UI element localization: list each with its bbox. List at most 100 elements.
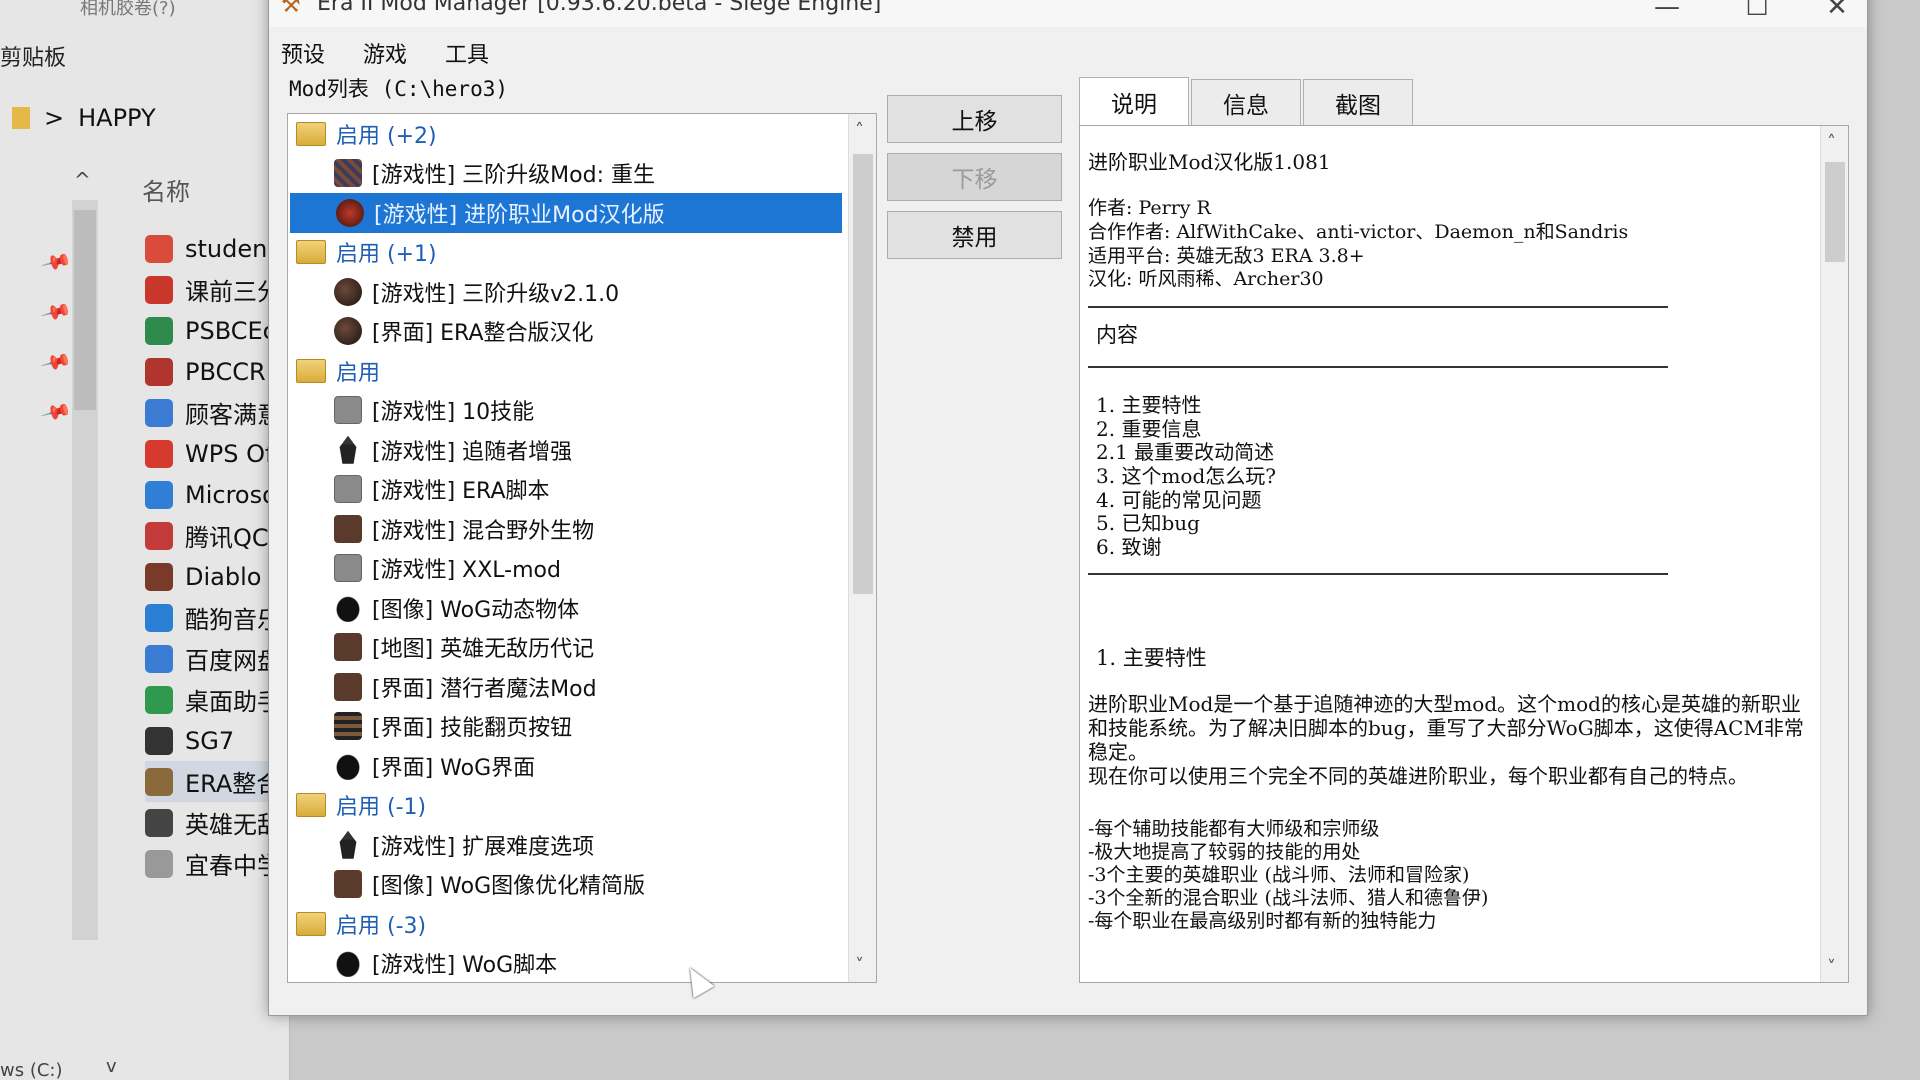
mod-list[interactable]: 启用 (+2) [游戏性] 三阶升级Mod: 重生 [游戏性] 进阶职业Mod汉化版… (287, 113, 877, 983)
mod-group-header[interactable]: 启用 (+2) (288, 114, 848, 154)
mod-list-scrollbar[interactable]: ˄ ˅ (848, 114, 876, 982)
title-bar[interactable]: ⚒ Era II Mod Manager [0.93.6.20.beta - S… (269, 0, 1867, 27)
maximize-button[interactable]: ☐ (1727, 0, 1787, 23)
feature-item: -每个职业在最高级别时都有新的独特能力 (1088, 910, 1437, 933)
explorer-list-item[interactable]: student (145, 228, 285, 269)
divider (1088, 573, 1668, 576)
mod-list-item[interactable]: [界面] 技能翻页按钮 (288, 707, 848, 747)
move-down-button[interactable]: 下移 (887, 153, 1062, 201)
mod-list-item[interactable]: [游戏性] 三阶升级Mod: 重生 (288, 154, 848, 194)
scroll-down-icon[interactable]: ˅ (1827, 957, 1836, 978)
pin-icon[interactable]: 📌 (40, 245, 74, 278)
mod-list-item[interactable]: [界面] 潜行者魔法Mod (288, 667, 848, 707)
explorer-nav-scrollbar[interactable] (72, 200, 98, 940)
explorer-list-item[interactable]: WPS Of (145, 433, 285, 474)
mod-list-item[interactable]: [游戏性] 扩展难度选项 (288, 825, 848, 865)
folder-icon (296, 793, 326, 818)
mod-meta: 作者: Perry R 合作作者: AlfWithCake、anti-victo… (1088, 197, 1808, 292)
mod-list-item[interactable]: [地图] 英雄无敌历代记 (288, 628, 848, 668)
toc-item: 2. 重要信息 (1096, 416, 1202, 441)
pin-icon[interactable]: 📌 (40, 395, 74, 428)
expand-down-icon[interactable]: v (106, 1056, 117, 1077)
explorer-list-item[interactable]: 百度网盘 (145, 638, 285, 679)
scroll-up-icon[interactable]: ˄ (855, 120, 864, 141)
sort-up-icon[interactable]: ^ (74, 168, 91, 192)
app-icon (145, 357, 173, 386)
explorer-path-text: HAPPY (78, 104, 156, 132)
explorer-item-label: 酷狗音乐 (185, 606, 281, 634)
app-icon (145, 234, 173, 263)
mod-list-item[interactable]: [游戏性] 混合野外生物 (288, 509, 848, 549)
mod-list-item[interactable]: [游戏性] ERA脚本 (288, 470, 848, 510)
scroll-thumb[interactable] (1825, 162, 1845, 262)
scroll-up-icon[interactable]: ˄ (1827, 132, 1836, 153)
explorer-list-item[interactable]: ERA整合 (145, 761, 285, 802)
mod-list-item[interactable]: [游戏性] 追随者增强 (288, 430, 848, 470)
mod-list-item[interactable]: [图像] WoG动态物体 (288, 588, 848, 628)
mod-group-header[interactable]: 启用 (+1) (288, 233, 848, 273)
mod-group-header[interactable]: 启用 (288, 351, 848, 391)
toc-item: 1. 主要特性 (1096, 393, 1202, 418)
mod-group-header[interactable]: 启用 (-1) (288, 786, 848, 826)
scroll-thumb[interactable] (853, 154, 873, 594)
explorer-item-label: WPS Of (185, 439, 274, 468)
divider (1088, 366, 1668, 369)
explorer-list-item[interactable]: Microso (145, 474, 285, 515)
mod-icon (334, 159, 362, 188)
explorer-list-item[interactable]: 英雄无敌 (145, 802, 285, 843)
description-panel[interactable]: 进阶职业Mod汉化版1.081 作者: Perry R 合作作者: AlfWit… (1079, 125, 1849, 983)
clipboard-label: 剪贴板 (0, 46, 67, 71)
mod-icon (336, 198, 364, 227)
explorer-list-item[interactable]: Diablo (145, 556, 285, 597)
mod-label: 启用 (-3) (336, 913, 427, 939)
mod-list-item[interactable]: [图像] WoG图像优化精简版 (288, 865, 848, 905)
close-button[interactable]: ✕ (1807, 0, 1867, 23)
mod-list-item-selected[interactable]: [游戏性] 进阶职业Mod汉化版 (290, 193, 842, 233)
mod-list-item[interactable]: [游戏性] WoG脚本 (288, 944, 848, 983)
mod-list-item[interactable]: [界面] ERA整合版汉化 (288, 312, 848, 352)
toc-item: 6. 致谢 (1096, 534, 1162, 559)
description-scrollbar[interactable]: ˄ ˅ (1820, 126, 1848, 982)
quick-access-pins: 📌 📌 📌 📌 (40, 245, 74, 428)
app-icon (145, 849, 173, 878)
tab-info[interactable]: 信息 (1191, 79, 1301, 125)
mod-icon (334, 633, 362, 662)
menu-game[interactable]: 游戏 (359, 35, 411, 69)
menu-presets[interactable]: 预设 (277, 35, 329, 69)
explorer-item-label: 课前三分 (185, 278, 281, 306)
scroll-down-icon[interactable]: ˅ (855, 955, 864, 976)
explorer-list-item[interactable]: 桌面助手 (145, 679, 285, 720)
tab-description[interactable]: 说明 (1079, 77, 1189, 125)
mod-list-label: Mod列表 (C:\hero3) (289, 77, 509, 101)
explorer-address-bar[interactable]: > HAPPY (0, 98, 290, 138)
explorer-list-item[interactable]: SG7 (145, 720, 285, 761)
menu-tools[interactable]: 工具 (441, 35, 493, 69)
app-icon (145, 275, 173, 304)
disable-button[interactable]: 禁用 (887, 211, 1062, 259)
tab-screenshots[interactable]: 截图 (1303, 79, 1413, 125)
mod-label: [图像] WoG动态物体 (372, 597, 580, 623)
mod-list-item[interactable]: [游戏性] XXL-mod (288, 549, 848, 589)
description-content: 进阶职业Mod汉化版1.081 作者: Perry R 合作作者: AlfWit… (1088, 140, 1808, 934)
explorer-list-item[interactable]: 宜春中学 (145, 843, 285, 884)
minimize-button[interactable]: — (1637, 0, 1697, 23)
column-header-name[interactable]: 名称 (142, 172, 190, 207)
mod-icon (334, 712, 362, 741)
explorer-list-item[interactable]: 课前三分 (145, 269, 285, 310)
mod-list-item[interactable]: [游戏性] 三阶升级v2.1.0 (288, 272, 848, 312)
drive-label[interactable]: ws (C:) (0, 1060, 63, 1080)
move-up-button[interactable]: 上移 (887, 95, 1062, 143)
mod-group-header[interactable]: 启用 (-3) (288, 904, 848, 944)
file-explorer-background: 相机胶卷(?) 剪贴板 > HAPPY ^ 名称 📌 📌 📌 📌 student… (0, 0, 290, 1080)
explorer-list-item[interactable]: 顾客满意 (145, 392, 285, 433)
explorer-list-item[interactable]: PBCCR (145, 351, 285, 392)
pin-icon[interactable]: 📌 (40, 295, 74, 328)
explorer-list-item[interactable]: 腾讯QC (145, 515, 285, 556)
mod-list-item[interactable]: [界面] WoG界面 (288, 746, 848, 786)
mod-icon (334, 751, 362, 780)
mod-list-item[interactable]: [游戏性] 10技能 (288, 391, 848, 431)
explorer-list-item[interactable]: PSBCEc (145, 310, 285, 351)
explorer-list-item[interactable]: 酷狗音乐 (145, 597, 285, 638)
mod-label: [图像] WoG图像优化精简版 (372, 874, 646, 900)
pin-icon[interactable]: 📌 (40, 345, 74, 378)
